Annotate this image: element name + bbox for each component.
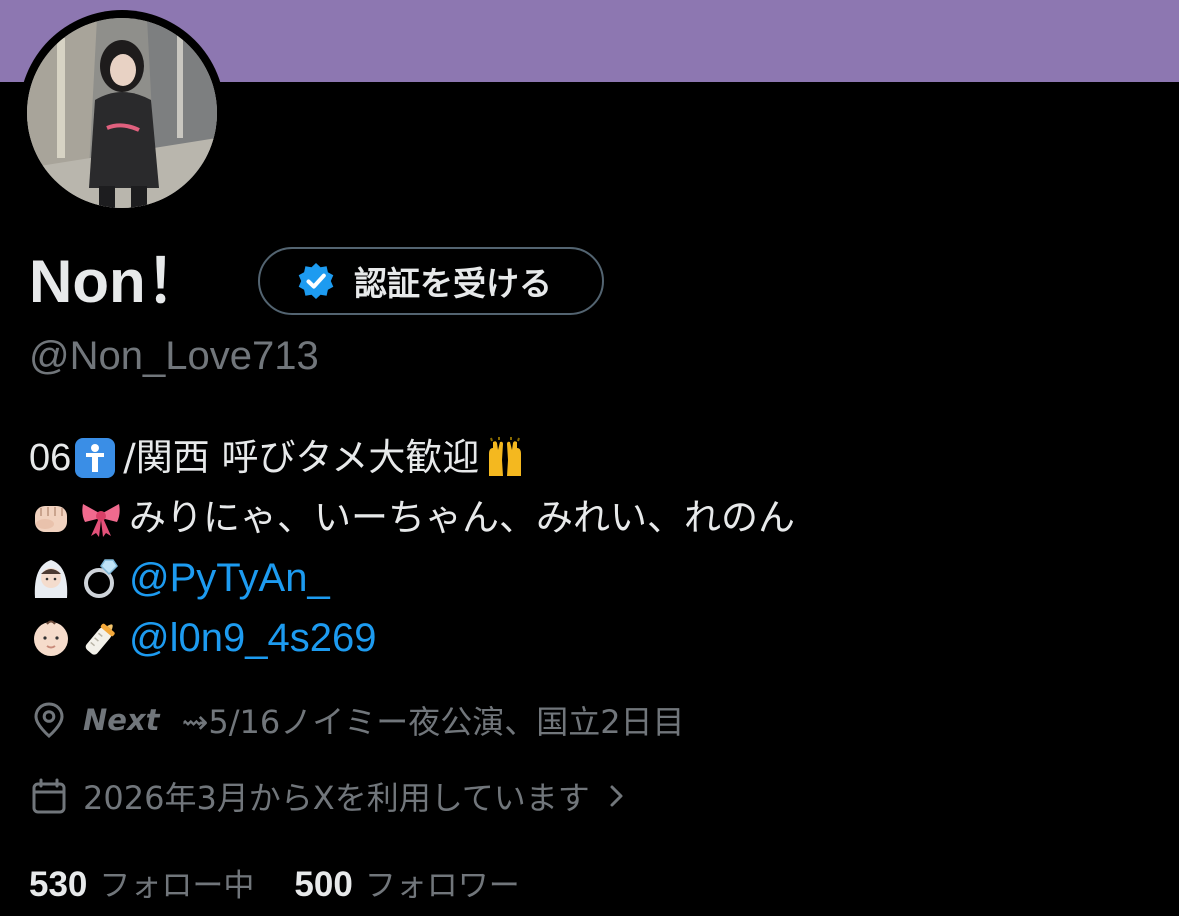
get-verified-label: 認証を受ける — [354, 264, 552, 303]
following-link[interactable]: 530 フォロー中 — [29, 860, 254, 905]
following-count: 530 — [29, 864, 88, 904]
profile-join-date[interactable]: 2026年3月からXを利用しています — [29, 768, 630, 824]
bio-line-3: @PyTyAn_ — [29, 548, 795, 608]
followers-count: 500 — [294, 864, 353, 904]
baby-emoji-icon — [29, 616, 73, 660]
display-name: Non！ — [29, 248, 206, 315]
ribbon-emoji-icon — [79, 496, 123, 540]
bio-line-1: 06 /関西 呼びタメ大歓迎 — [29, 428, 795, 488]
user-handle: @Non_Love713 — [29, 334, 319, 378]
get-verified-button[interactable]: 認証を受ける — [258, 247, 604, 315]
information-emoji-icon — [73, 436, 117, 480]
baby-bottle-emoji-icon — [79, 616, 123, 660]
bio-line-2-text: みりにゃ、いーちゃん、みれい、れのん — [129, 496, 795, 539]
location-text: ⇝5/16ノイミー夜公演、国立2日目 — [181, 703, 685, 741]
raising-hands-emoji-icon — [483, 436, 527, 480]
bio-area-code: 06 — [29, 437, 72, 479]
avatar-photo-icon — [27, 18, 217, 208]
location-pin-icon — [34, 702, 64, 738]
bio-line-2: みりにゃ、いーちゃん、みれい、れのん — [29, 488, 795, 548]
follow-stats: 530 フォロー中 500 フォロワー — [29, 858, 560, 906]
join-date-text: 2026年3月からXを利用しています — [83, 779, 590, 817]
following-label: フォロー中 — [99, 867, 255, 904]
calendar-icon — [32, 778, 66, 814]
verified-badge-icon — [298, 263, 334, 299]
followers-label: フォロワー — [364, 867, 520, 904]
avatar[interactable] — [27, 18, 217, 208]
profile-location: Next ⇝5/16ノイミー夜公演、国立2日目 — [29, 692, 685, 748]
ring-emoji-icon — [79, 556, 123, 600]
location-next-label: Next — [83, 703, 160, 737]
bio: 06 /関西 呼びタメ大歓迎 みりにゃ、いーちゃん、みれい、れのん @PyTyA… — [29, 428, 795, 668]
fist-emoji-icon — [29, 496, 73, 540]
mention-link-l0n9[interactable]: @l0n9_4s269 — [129, 608, 376, 668]
mention-link-pytyan[interactable]: @PyTyAn_ — [129, 548, 330, 608]
avatar-ring — [19, 10, 225, 216]
chevron-right-icon — [610, 785, 623, 807]
bride-emoji-icon — [29, 556, 73, 600]
bio-line-4: @l0n9_4s269 — [29, 608, 795, 668]
bio-line-1-text: /関西 呼びタメ大歓迎 — [123, 436, 480, 479]
followers-link[interactable]: 500 フォロワー — [294, 860, 519, 905]
